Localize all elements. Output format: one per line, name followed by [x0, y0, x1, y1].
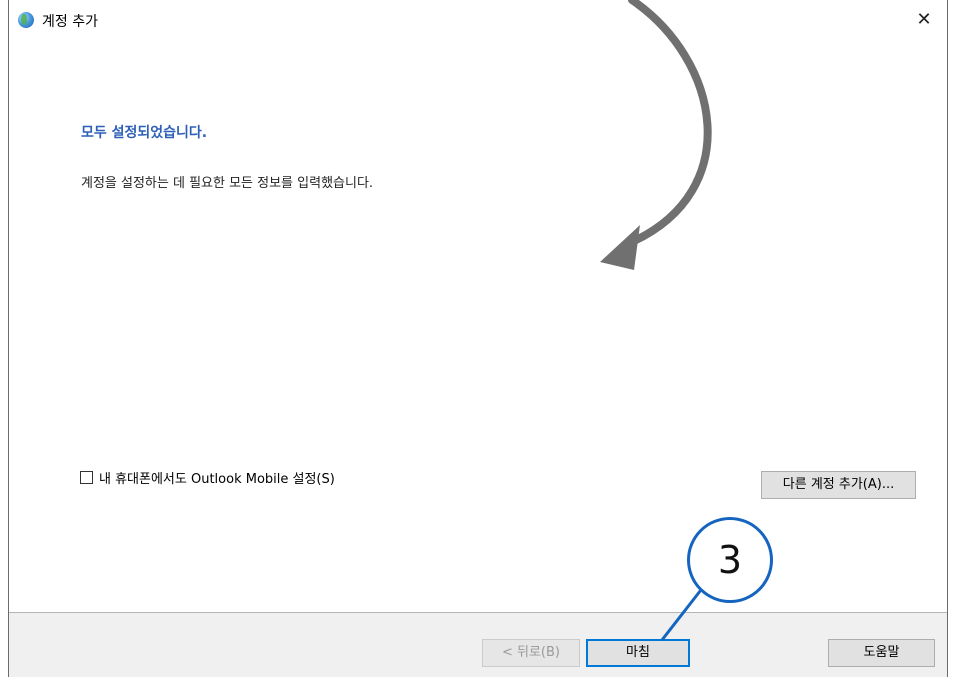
finish-button[interactable]: 마침	[586, 639, 690, 667]
mobile-setup-label[interactable]: 내 휴대폰에서도 Outlook Mobile 설정(S)	[99, 468, 335, 487]
mobile-setup-checkbox[interactable]	[80, 471, 93, 484]
mobile-setup-option[interactable]: 내 휴대폰에서도 Outlook Mobile 설정(S)	[80, 468, 335, 487]
help-button[interactable]: 도움말	[828, 639, 935, 667]
back-button[interactable]: < 뒤로(B)	[482, 639, 580, 667]
window-title: 계정 추가	[42, 14, 98, 30]
completion-description: 계정을 설정하는 데 필요한 모든 정보를 입력했습니다.	[81, 176, 374, 191]
title-bar: 계정 추가 ✕	[9, 0, 947, 42]
completion-heading: 모두 설정되었습니다.	[81, 125, 208, 141]
outlook-globe-icon	[18, 12, 34, 28]
add-another-account-button[interactable]: 다른 계정 추가(A)...	[761, 471, 916, 499]
account-setup-window: 계정 추가 ✕ 모두 설정되었습니다. 계정을 설정하는 데 필요한 모든 정보…	[8, 0, 948, 677]
close-button[interactable]: ✕	[907, 4, 941, 36]
step-callout-badge: 3	[687, 517, 773, 603]
button-bar: < 뒤로(B) 마침 도움말	[9, 612, 947, 677]
